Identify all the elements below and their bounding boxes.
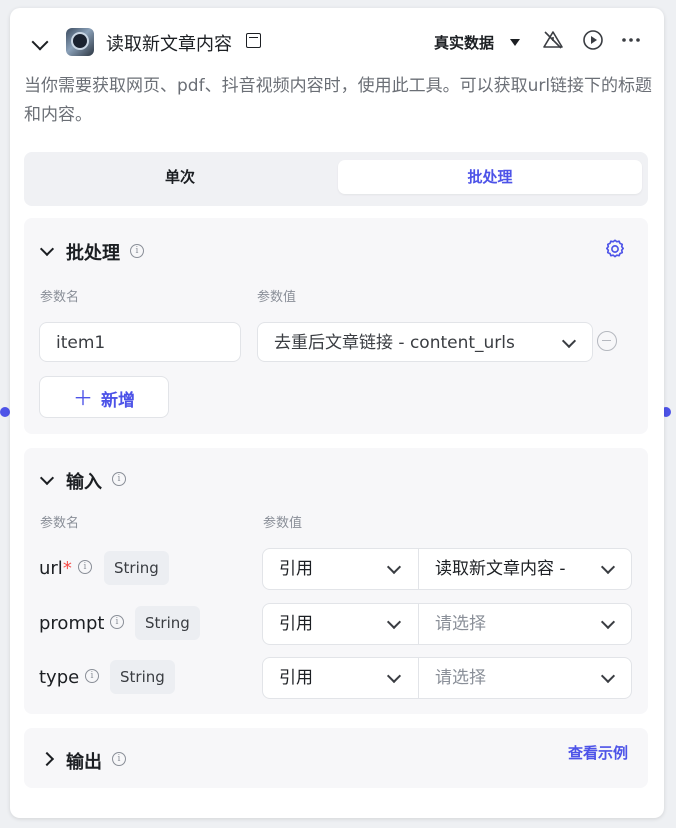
dropdown-triangle-icon[interactable] <box>510 39 520 46</box>
output-expand-chevron-icon[interactable] <box>39 751 55 767</box>
prompt-value-field[interactable]: 引用 请选择 <box>262 603 632 645</box>
output-panel[interactable]: 输出 i <box>24 728 648 788</box>
input-col-value: 参数值 <box>263 516 303 531</box>
url-value-text: 读取新文章内容 - <box>435 559 566 579</box>
type-source-select[interactable]: 引用 <box>263 658 419 698</box>
required-mark: * <box>62 558 72 579</box>
tool-avatar-icon <box>66 28 94 56</box>
input-collapse-chevron-icon[interactable] <box>39 470 55 486</box>
batch-item-name-input[interactable]: item1 <box>39 322 241 362</box>
node-card: 读取新文章内容 真实数据 当你需要获取网页、pdf、抖音视频内容时，使用此工具。… <box>10 8 664 818</box>
plus-icon: ＋ <box>73 386 93 410</box>
input-title: 输入 <box>66 472 102 493</box>
url-source-select[interactable]: 引用 <box>263 549 419 589</box>
batch-collapse-chevron-icon[interactable] <box>39 241 55 257</box>
chevron-down-icon <box>386 668 402 684</box>
prompt-type-tag: String <box>135 606 200 640</box>
url-value-field[interactable]: 引用 读取新文章内容 - <box>262 548 632 590</box>
tab-batch[interactable]: 批处理 <box>338 160 642 194</box>
batch-settings-gear-icon[interactable] <box>604 238 626 260</box>
run-play-icon[interactable] <box>582 29 604 51</box>
batch-item-value-select[interactable]: 去重后文章链接 - content_urls <box>257 322 593 362</box>
batch-col-value: 参数值 <box>257 290 297 305</box>
param-name-type: type <box>39 667 80 688</box>
view-example-link[interactable]: 查看示例 <box>568 742 628 763</box>
node-title: 读取新文章内容 <box>106 34 232 55</box>
url-info-icon[interactable]: i <box>78 560 92 574</box>
tab-single[interactable]: 单次 <box>28 160 332 194</box>
chevron-down-icon[interactable] <box>600 559 616 575</box>
batch-col-name: 参数名 <box>40 290 80 305</box>
left-connection-port[interactable] <box>0 407 10 417</box>
node-description: 当你需要获取网页、pdf、抖音视频内容时，使用此工具。可以获取url链接下的标题… <box>24 76 653 125</box>
chevron-down-icon <box>386 614 402 630</box>
chevron-down-icon[interactable] <box>600 614 616 630</box>
collapse-chevron-icon[interactable] <box>31 33 49 51</box>
chevron-down-icon <box>561 333 577 349</box>
remove-item-icon[interactable] <box>597 331 617 351</box>
output-info-icon[interactable]: i <box>112 752 126 766</box>
input-info-icon[interactable]: i <box>112 472 126 486</box>
type-info-icon[interactable]: i <box>85 669 99 683</box>
url-source-text: 引用 <box>279 559 313 579</box>
type-source-text: 引用 <box>279 668 313 688</box>
node-header: 读取新文章内容 真实数据 <box>10 28 664 72</box>
prompt-value-placeholder: 请选择 <box>435 614 486 634</box>
data-mode-select[interactable]: 真实数据 <box>434 32 494 53</box>
output-title: 输出 <box>66 752 102 773</box>
batch-title: 批处理 <box>66 243 120 264</box>
type-type-tag: String <box>110 660 175 694</box>
type-value-field[interactable]: 引用 请选择 <box>262 657 632 699</box>
url-type-tag: String <box>104 551 169 585</box>
store-icon[interactable] <box>246 33 261 48</box>
alert-off-icon[interactable] <box>542 29 564 51</box>
more-options-icon[interactable] <box>620 29 642 51</box>
type-value-placeholder: 请选择 <box>435 668 486 688</box>
batch-item-value-text: 去重后文章链接 - content_urls <box>274 333 515 353</box>
input-col-name: 参数名 <box>40 516 80 531</box>
param-name-prompt: prompt <box>39 613 105 634</box>
chevron-down-icon[interactable] <box>600 668 616 684</box>
add-item-button[interactable]: ＋ 新增 <box>39 376 169 418</box>
mode-tabs: 单次 批处理 <box>24 152 648 206</box>
add-item-label: 新增 <box>101 391 135 411</box>
prompt-source-select[interactable]: 引用 <box>263 604 419 644</box>
batch-info-icon[interactable]: i <box>130 244 144 258</box>
param-name-url: url* <box>39 558 72 579</box>
prompt-info-icon[interactable]: i <box>110 615 124 629</box>
chevron-down-icon <box>386 559 402 575</box>
prompt-source-text: 引用 <box>279 614 313 634</box>
